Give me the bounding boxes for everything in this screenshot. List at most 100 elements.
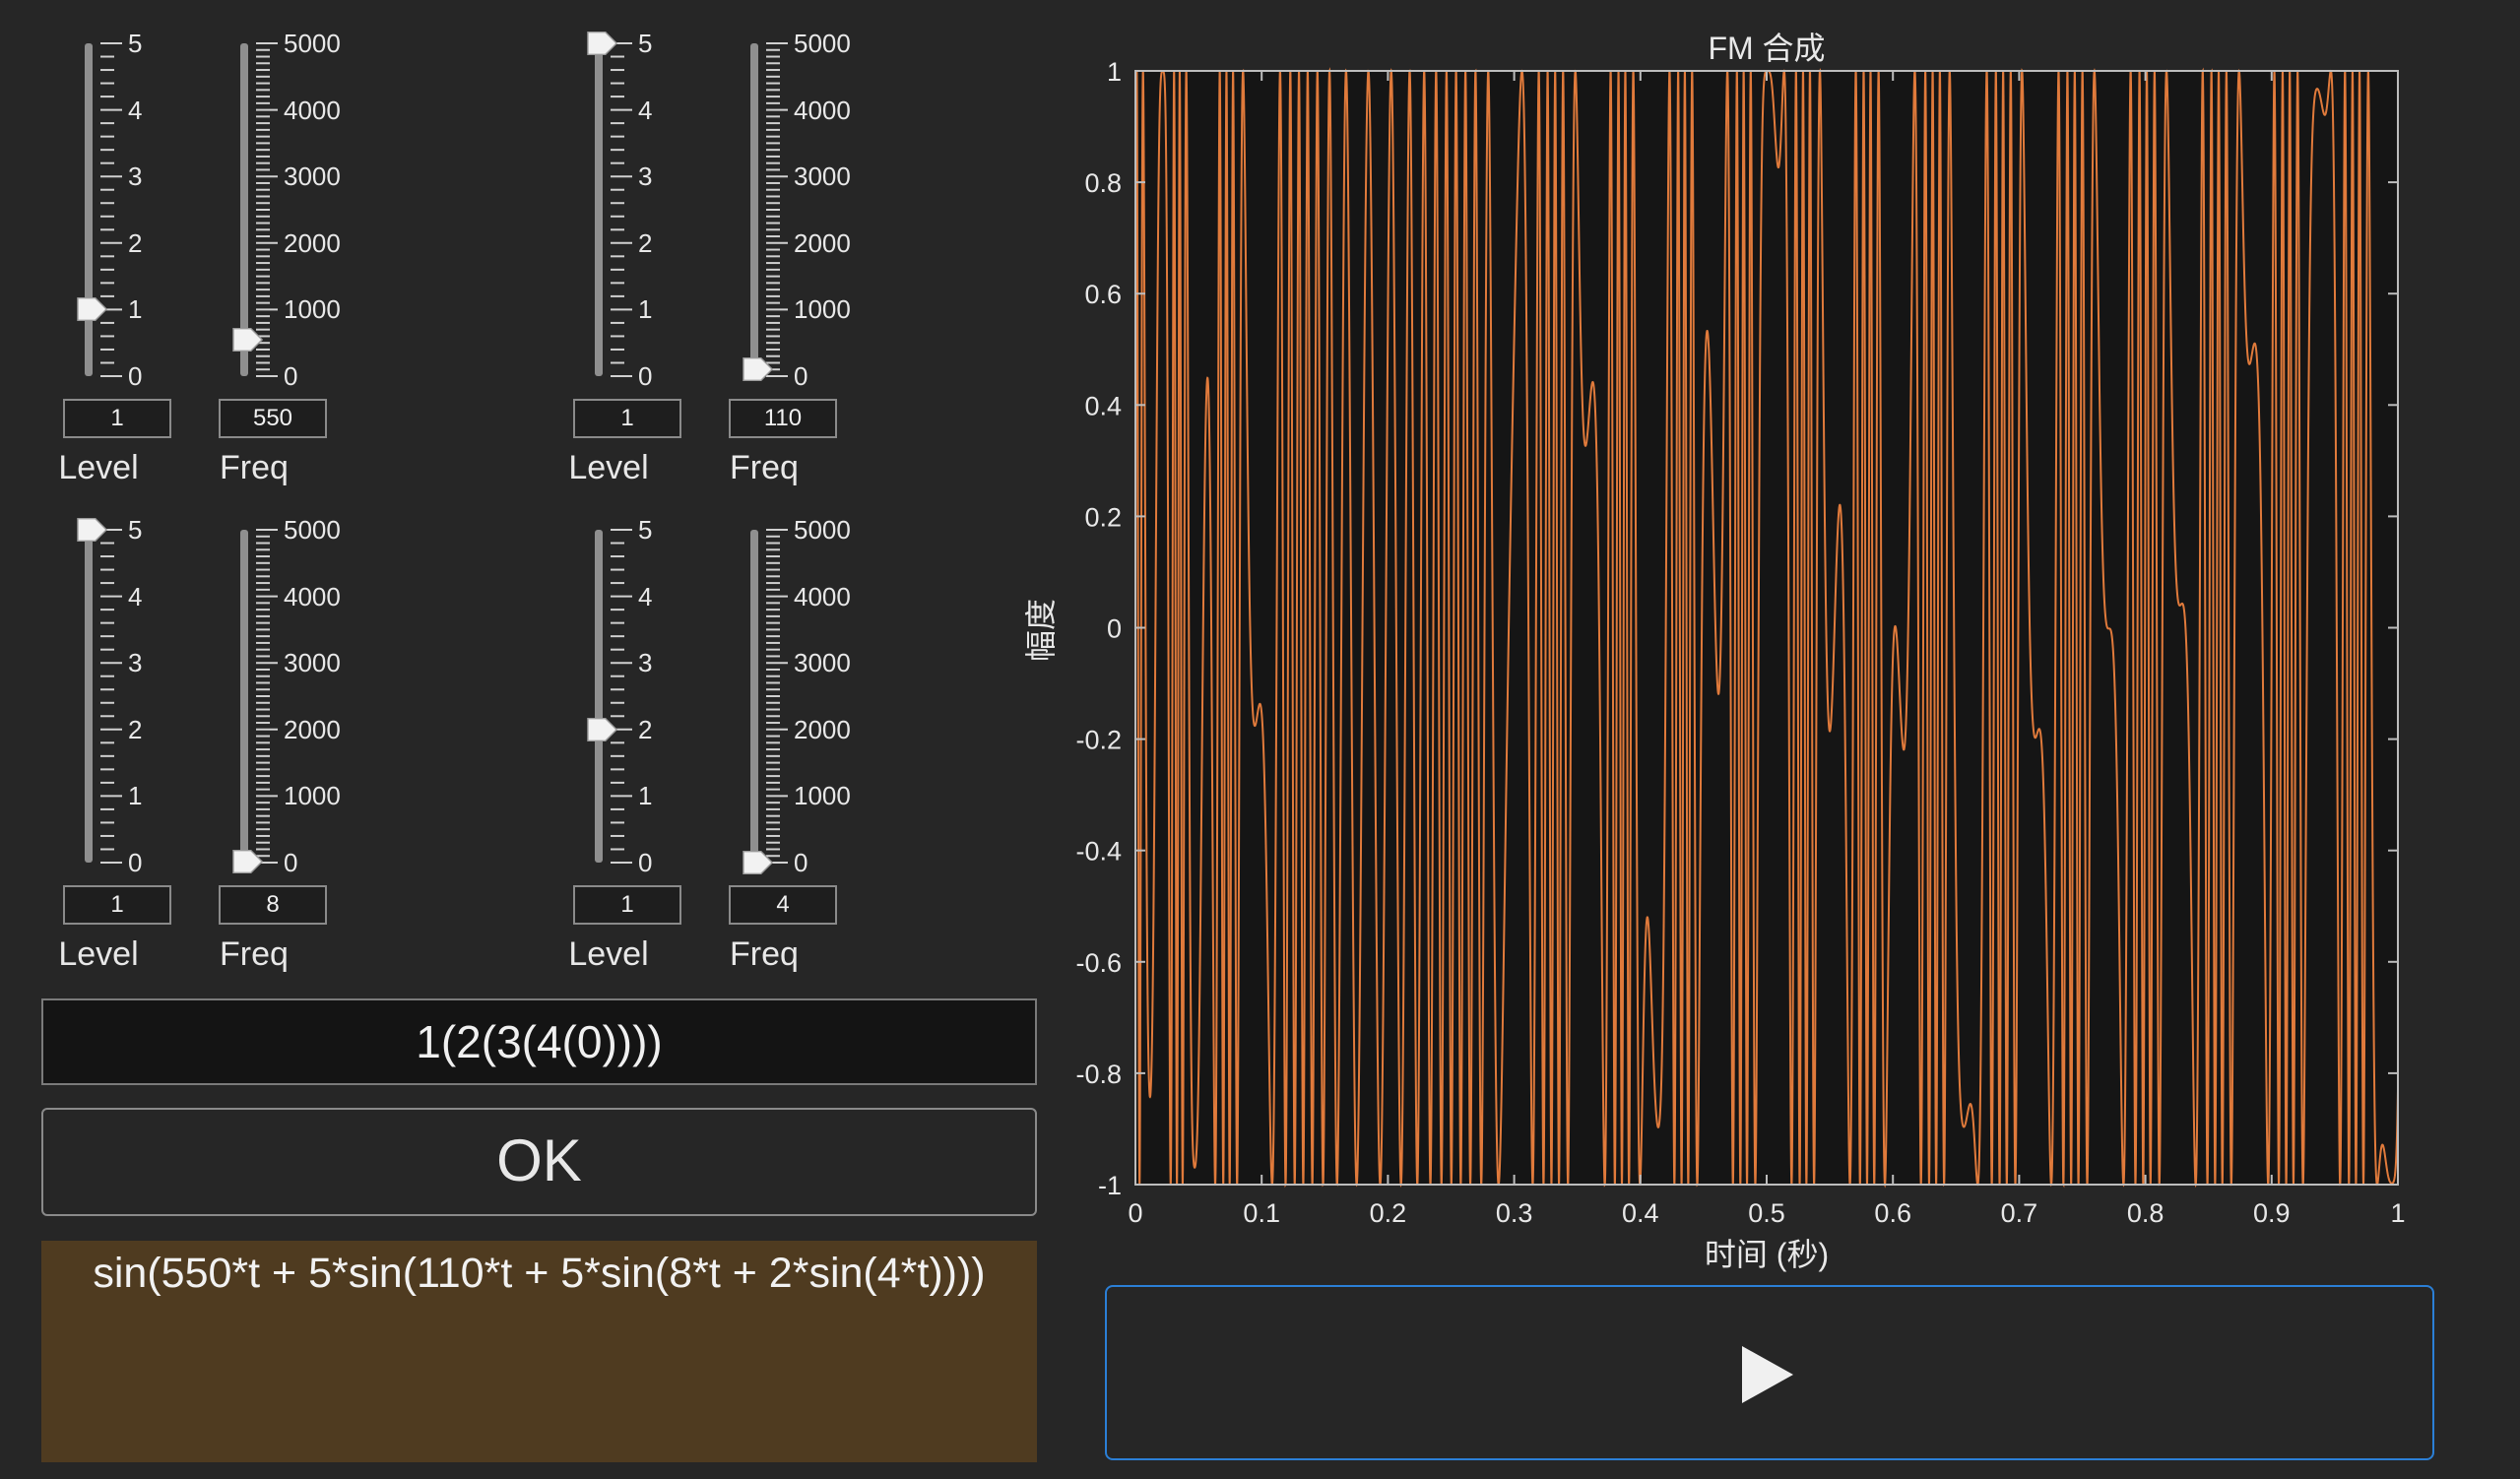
- op4-freq-tick-label: 1000: [794, 781, 851, 811]
- op3-freq-value-field[interactable]: 8: [219, 885, 327, 925]
- op3-level-slider-thumb[interactable]: [77, 516, 108, 544]
- y-tick-label: 0.4: [1084, 391, 1122, 420]
- op1-level-value-field[interactable]: 1: [63, 399, 171, 438]
- x-tick-label: 0.3: [1496, 1198, 1533, 1228]
- op3-level-tick-label: 3: [128, 648, 143, 678]
- op4-level-slider-track[interactable]: [595, 530, 603, 863]
- y-tick-label: -1: [1098, 1171, 1122, 1200]
- op1-freq-tick-label: 1000: [284, 294, 341, 325]
- op3-level-slider-track[interactable]: [85, 530, 93, 863]
- y-axis-label: 幅度: [1024, 599, 1059, 662]
- op2-level-tick-label: 1: [638, 294, 653, 325]
- op2-freq-tick-marks: [766, 42, 788, 377]
- op3-level-tick-label: 5: [128, 515, 143, 545]
- x-tick-label: 0.9: [2253, 1198, 2291, 1228]
- y-tick-label: -0.6: [1075, 948, 1122, 978]
- op1-level-slider-track[interactable]: [85, 43, 93, 376]
- op4-level-label: Level: [568, 935, 649, 973]
- x-tick-label: 0.2: [1370, 1198, 1407, 1228]
- op2-level-value-field[interactable]: 1: [573, 399, 681, 438]
- op4-freq-value-field[interactable]: 4: [729, 885, 837, 925]
- op4-freq-label: Freq: [730, 935, 799, 973]
- op1-freq-tick-label: 2000: [284, 227, 341, 258]
- op4-freq-slider-thumb[interactable]: [743, 849, 774, 876]
- op3-level-tick-label: 0: [128, 848, 143, 877]
- op2-level-label: Level: [568, 449, 649, 486]
- x-tick-label: 0.7: [2001, 1198, 2038, 1228]
- op2-freq-label: Freq: [730, 449, 799, 486]
- op1-level-tick-label: 3: [128, 161, 143, 192]
- op3-level-tick-label: 4: [128, 581, 143, 611]
- op4-level-tick-label: 3: [638, 648, 653, 678]
- op3-freq-tick-label: 1000: [284, 781, 341, 811]
- x-axis-label: 时间 (秒): [1705, 1237, 1829, 1272]
- op1-level-tick-label: 5: [128, 29, 143, 58]
- op3-level-value-field[interactable]: 1: [63, 885, 171, 925]
- op3-freq-slider-thumb[interactable]: [232, 848, 264, 875]
- op3-freq-tick-label: 3000: [284, 648, 341, 678]
- op4-level-tick-label: 0: [638, 848, 653, 877]
- op4-freq-tick-marks: [766, 529, 788, 864]
- op2-freq-tick-label: 3000: [794, 161, 851, 192]
- op1-level-slider-thumb[interactable]: [77, 295, 108, 323]
- op4-level-value-field[interactable]: 1: [573, 885, 681, 925]
- y-tick-label: -0.8: [1075, 1060, 1122, 1089]
- op4-level-tick-label: 1: [638, 781, 653, 811]
- op2-freq-slider-thumb[interactable]: [743, 355, 774, 383]
- y-tick-label: 0.2: [1084, 502, 1122, 532]
- op3-freq-tick-label: 0: [284, 848, 298, 877]
- op1-level-tick-marks: [100, 42, 122, 377]
- op3-freq-label: Freq: [220, 935, 289, 973]
- chart-title: FM 合成: [1708, 31, 1825, 66]
- op3-freq-tick-label: 5000: [284, 515, 341, 545]
- formula-display: sin(550*t + 5*sin(110*t + 5*sin(8*t + 2*…: [41, 1241, 1037, 1462]
- ok-button[interactable]: OK: [41, 1108, 1037, 1216]
- op2-freq-value-field[interactable]: 110: [729, 399, 837, 438]
- op3-freq-tick-marks: [256, 529, 278, 864]
- op1-level-tick-label: 1: [128, 294, 143, 325]
- op1-freq-value-field[interactable]: 550: [219, 399, 327, 438]
- y-tick-label: 1: [1107, 57, 1122, 87]
- x-tick-label: 0.8: [2127, 1198, 2165, 1228]
- op1-level-tick-label: 0: [128, 361, 143, 391]
- y-tick-label: 0.8: [1084, 168, 1122, 198]
- y-tick-label: 0.6: [1084, 280, 1122, 309]
- op2-freq-tick-label: 5000: [794, 29, 851, 58]
- op4-freq-slider-track[interactable]: [750, 530, 758, 863]
- fm-chart: FM 合成 时间 (秒) 幅度 0 0.1 0.2 0.3 0.4 0.5 0.6 0.7 0.…: [1024, 31, 2406, 1272]
- op1-freq-label: Freq: [220, 449, 289, 486]
- op2-level-slider-thumb[interactable]: [587, 30, 618, 57]
- op4-freq-tick-label: 4000: [794, 581, 851, 611]
- x-tick-label: 1: [2390, 1198, 2405, 1228]
- op3-level-tick-marks: [100, 529, 122, 864]
- op4-level-tick-label: 4: [638, 581, 653, 611]
- op3-freq-tick-label: 4000: [284, 581, 341, 611]
- op2-freq-tick-label: 2000: [794, 227, 851, 258]
- op2-freq-tick-label: 1000: [794, 294, 851, 325]
- op4-level-slider-thumb[interactable]: [587, 716, 618, 743]
- op1-freq-tick-label: 0: [284, 361, 298, 391]
- algorithm-expression-field[interactable]: 1(2(3(4(0)))): [41, 998, 1037, 1085]
- op2-level-tick-label: 0: [638, 361, 653, 391]
- op2-freq-tick-label: 4000: [794, 95, 851, 125]
- op2-freq-slider-track[interactable]: [750, 43, 758, 376]
- op2-level-tick-label: 3: [638, 161, 653, 192]
- op4-level-tick-marks: [611, 529, 632, 864]
- op1-level-tick-label: 4: [128, 95, 143, 125]
- op2-freq-tick-label: 0: [794, 361, 808, 391]
- op3-freq-slider-track[interactable]: [240, 530, 248, 863]
- op3-freq-tick-label: 2000: [284, 714, 341, 744]
- op3-level-tick-label: 1: [128, 781, 143, 811]
- play-icon: [1742, 1346, 1793, 1403]
- play-button[interactable]: [1105, 1285, 2434, 1460]
- op2-level-tick-label: 2: [638, 227, 653, 258]
- op4-freq-tick-label: 5000: [794, 515, 851, 545]
- x-tick-label: 0.4: [1622, 1198, 1659, 1228]
- x-tick-label: 0.1: [1243, 1198, 1280, 1228]
- op4-freq-tick-label: 2000: [794, 714, 851, 744]
- y-tick-label: -0.4: [1075, 837, 1122, 867]
- op1-freq-slider-thumb[interactable]: [232, 326, 264, 354]
- op2-level-tick-marks: [611, 42, 632, 377]
- op2-level-slider-track[interactable]: [595, 43, 603, 376]
- op2-level-tick-label: 4: [638, 95, 653, 125]
